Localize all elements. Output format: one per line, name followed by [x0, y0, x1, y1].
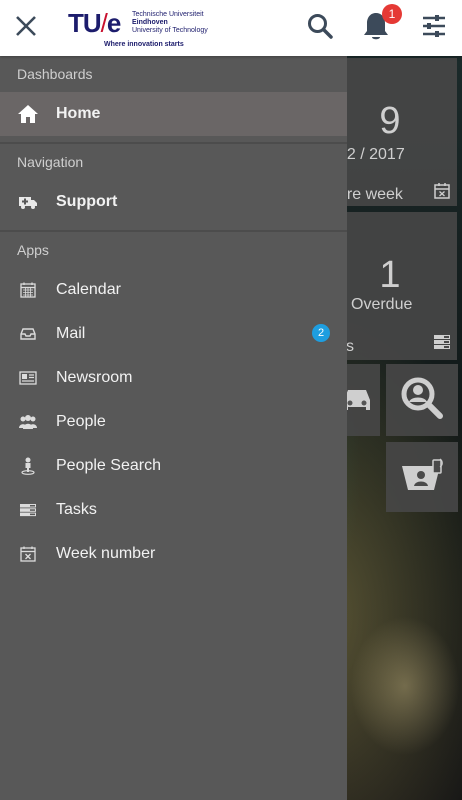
notifications-button[interactable]: 1	[356, 4, 402, 48]
calendar-icon	[0, 282, 56, 298]
drawer-item-calendar[interactable]: Calendar	[0, 268, 347, 312]
search-button[interactable]	[300, 8, 340, 48]
drawer-item-people-search[interactable]: People Search	[0, 444, 347, 488]
section-dashboards: Dashboards	[17, 66, 93, 82]
drawer-item-week-number[interactable]: Week number	[0, 532, 347, 576]
people-search-tile[interactable]	[386, 364, 458, 436]
tue-logo: TU/e Technische Universiteit Eindhoven U…	[68, 8, 228, 52]
settings-sliders-button[interactable]	[414, 8, 454, 48]
tasks-count: 1	[379, 254, 401, 296]
close-menu-button[interactable]	[6, 8, 46, 48]
drawer-item-label: Week number	[56, 545, 156, 562]
calendar-x-icon	[0, 546, 56, 562]
drawer-item-label: Home	[56, 105, 101, 122]
tasks-status: Overdue	[351, 296, 413, 313]
navigation-drawer: Dashboards Home Navigation Support Apps …	[0, 56, 347, 800]
week-number: 9	[379, 100, 401, 142]
logo-tagline: Where innovation starts	[104, 41, 184, 48]
drawer-item-label: Newsroom	[56, 369, 133, 386]
logo-text: Technische Universiteit Eindhoven Univer…	[132, 11, 208, 34]
newspaper-icon	[0, 371, 56, 385]
home-icon	[0, 104, 56, 124]
drawer-item-people[interactable]: People	[0, 400, 347, 444]
drawer-item-label: Mail	[56, 325, 86, 342]
drawer-item-label: People Search	[56, 457, 161, 474]
screen-tile[interactable]	[386, 442, 458, 512]
inbox-icon	[0, 327, 56, 341]
tasks-icon	[433, 334, 451, 355]
week-tile-footer: ure week	[338, 186, 403, 203]
drawer-item-support[interactable]: Support	[0, 180, 347, 224]
app-header: TU/e Technische Universiteit Eindhoven U…	[0, 0, 462, 56]
week-date: / 2 / 2017	[338, 146, 405, 163]
search-icon	[307, 13, 333, 44]
calendar-x-icon	[433, 182, 451, 205]
logo-mark: TU/e	[68, 8, 121, 38]
section-apps: Apps	[17, 242, 49, 258]
person-pin-icon	[0, 457, 56, 475]
section-navigation: Navigation	[17, 154, 84, 170]
drawer-item-label: Support	[56, 193, 118, 210]
notification-badge: 1	[382, 4, 402, 24]
drawer-item-label: Calendar	[56, 281, 121, 298]
sliders-icon	[421, 13, 447, 44]
drawer-item-label: Tasks	[56, 501, 97, 518]
ambulance-icon	[0, 194, 56, 210]
person-search-icon	[400, 376, 444, 427]
people-icon	[0, 414, 56, 430]
campus-photo	[350, 616, 460, 756]
wireless-screen-icon	[400, 456, 446, 501]
drawer-item-label: People	[56, 413, 106, 430]
drawer-item-home[interactable]: Home	[0, 92, 347, 136]
tasks-icon	[0, 503, 56, 517]
drawer-item-newsroom[interactable]: Newsroom	[0, 356, 347, 400]
drawer-item-mail[interactable]: Mail 2	[0, 312, 347, 356]
drawer-item-tasks[interactable]: Tasks	[0, 488, 347, 532]
mail-unread-badge: 2	[312, 324, 330, 342]
close-icon	[14, 14, 38, 43]
